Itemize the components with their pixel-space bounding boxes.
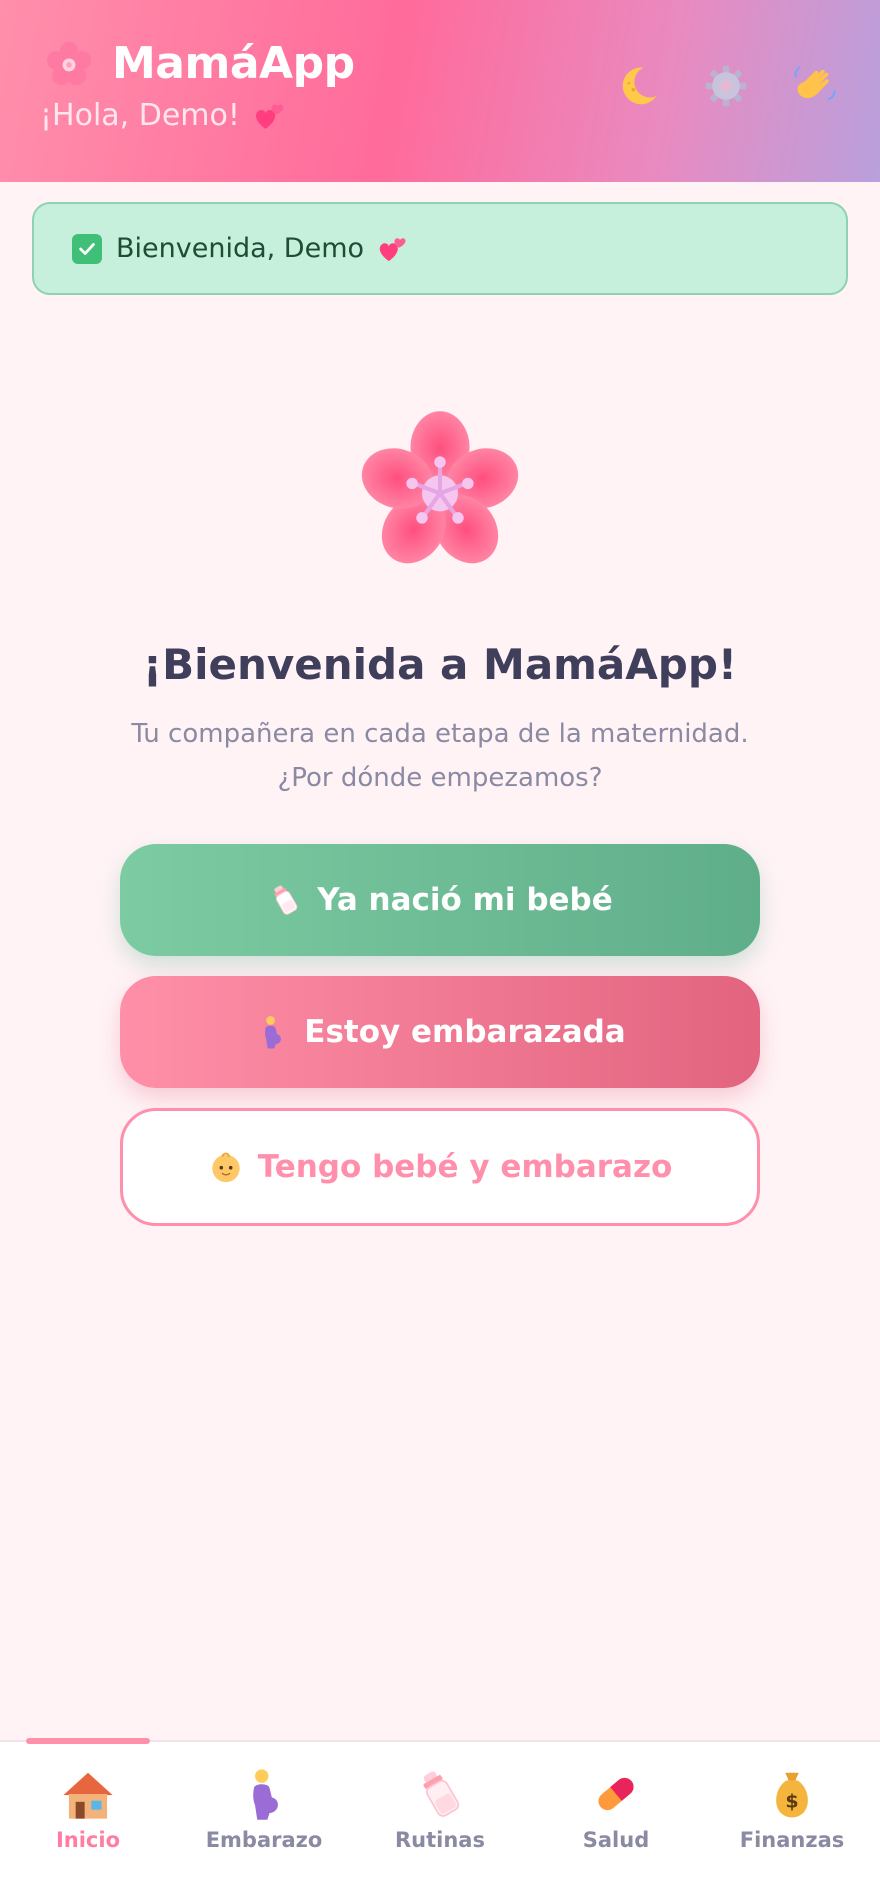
pill-icon [598, 1777, 634, 1811]
waving-hand-icon [794, 66, 836, 100]
nav-label-embarazo: Embarazo [205, 1828, 323, 1852]
check-icon [72, 233, 102, 264]
pregnant-woman-icon [253, 1769, 278, 1820]
subtitle-line-2: ¿Por dónde empezamos? [277, 763, 603, 793]
nav-item-salud[interactable]: Salud [528, 1742, 704, 1880]
money-bag-icon: $ [776, 1772, 808, 1818]
app-header: MamáApp ¡Hola, Demo! [0, 0, 880, 182]
both-label: Tengo bebé y embarazo [257, 1149, 673, 1185]
baby-bottle-icon [274, 885, 298, 915]
cherry-blossom-icon [361, 411, 519, 564]
nav-item-inicio[interactable]: Inicio [0, 1742, 176, 1880]
logo-row: MamáApp [46, 38, 355, 89]
gear-icon [705, 65, 747, 107]
baby-and-pregnancy-button[interactable]: Tengo bebé y embarazo [120, 1108, 760, 1226]
baby-born-label: Ya nació mi bebé [317, 882, 613, 918]
two-hearts-icon [255, 104, 284, 129]
nav-label-inicio: Inicio [55, 1828, 121, 1852]
logout-button[interactable] [790, 62, 838, 110]
pregnant-woman-icon [265, 1016, 282, 1049]
subtitle-line-1: Tu compañera en cada etapa de la materni… [131, 719, 749, 749]
nav-label-finanzas: Finanzas [739, 1828, 845, 1852]
greeting: ¡Hola, Demo! [40, 98, 286, 133]
nav-item-finanzas[interactable]: $ Finanzas [704, 1742, 880, 1880]
nav-label-rutinas: Rutinas [395, 1828, 485, 1852]
welcome-subtitle: Tu compañera en cada etapa de la materni… [0, 712, 880, 800]
app-title: MamáApp [112, 38, 355, 89]
bottom-nav: Inicio Embarazo Rutinas Salud $ Finanzas [0, 1738, 880, 1880]
cherry-blossom-icon [46, 41, 92, 85]
baby-born-button[interactable]: Ya nació mi bebé [120, 844, 760, 956]
welcome-toast: Bienvenida, Demo [32, 202, 848, 295]
nav-label-salud: Salud [582, 1828, 650, 1852]
active-tab-indicator [26, 1738, 150, 1744]
house-icon [63, 1772, 113, 1819]
greeting-text: ¡Hola, Demo! [40, 98, 240, 133]
toast-text: Bienvenida, Demo [116, 233, 365, 264]
nav-item-embarazo[interactable]: Embarazo [176, 1742, 352, 1880]
nav-item-rutinas[interactable]: Rutinas [352, 1742, 528, 1880]
pregnant-button[interactable]: Estoy embarazada [120, 976, 760, 1088]
welcome-title: ¡Bienvenida a MamáApp! [142, 640, 738, 689]
pregnant-label: Estoy embarazada [304, 1014, 626, 1050]
baby-bottle-icon [423, 1771, 460, 1817]
moon-icon [622, 67, 657, 105]
header-actions [614, 62, 838, 110]
baby-face-icon [212, 1152, 240, 1183]
svg-text:$: $ [785, 1790, 798, 1812]
settings-button[interactable] [702, 62, 750, 110]
two-hearts-icon [379, 237, 406, 261]
dark-mode-button[interactable] [614, 62, 662, 110]
